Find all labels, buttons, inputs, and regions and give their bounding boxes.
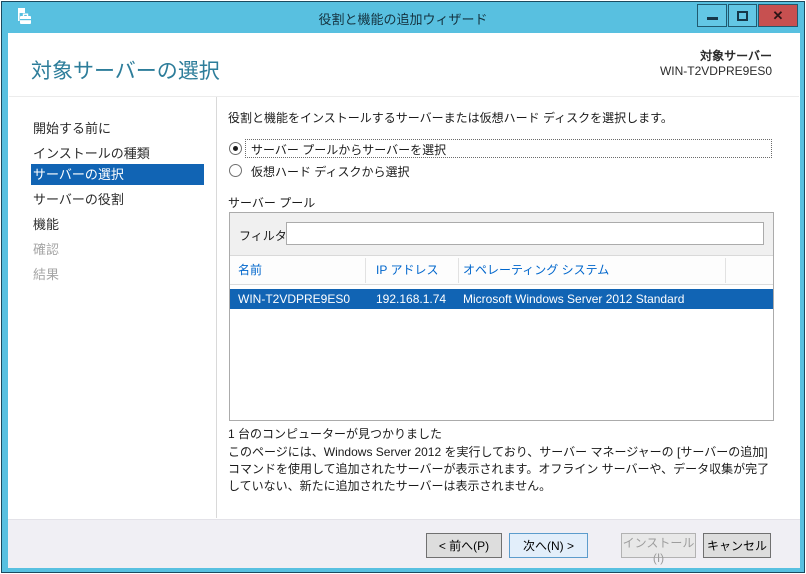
cell-server-os: Microsoft Windows Server 2012 Standard xyxy=(463,289,684,309)
cell-server-name: WIN-T2VDPRE9ES0 xyxy=(238,289,350,309)
titlebar[interactable]: 役割と機能の追加ウィザード ✕ xyxy=(2,2,804,32)
minimize-button[interactable] xyxy=(697,4,727,27)
page-title: 対象サーバーの選択 xyxy=(31,55,220,85)
sidebar-item-server-selection[interactable]: サーバーの選択 xyxy=(31,164,204,185)
column-separator xyxy=(725,258,726,283)
instruction-text: 役割と機能をインストールするサーバーまたは仮想ハード ディスクを選択します。 xyxy=(228,109,673,126)
radio-server-pool-label[interactable]: サーバー プールからサーバーを選択 xyxy=(251,141,446,158)
sidebar-item-features[interactable]: 機能 xyxy=(31,214,204,235)
cell-server-ip: 192.168.1.74 xyxy=(376,289,446,309)
maximize-icon xyxy=(737,11,748,21)
maximize-button[interactable] xyxy=(728,4,757,27)
column-header-name[interactable]: 名前 xyxy=(238,256,262,285)
previous-button[interactable]: < 前へ(P) xyxy=(426,533,502,558)
server-pool-title: サーバー プール xyxy=(228,194,315,211)
column-header-os[interactable]: オペレーティング システム xyxy=(463,256,609,285)
radio-virtual-hard-disk-label[interactable]: 仮想ハード ディスクから選択 xyxy=(251,163,410,180)
target-server-label: 対象サーバー xyxy=(660,49,772,64)
radio-virtual-hard-disk[interactable] xyxy=(229,164,242,177)
cancel-button[interactable]: キャンセル xyxy=(703,533,771,558)
target-server-value: WIN-T2VDPRE9ES0 xyxy=(660,64,772,79)
minimize-icon xyxy=(707,17,718,20)
sidebar-item-results: 結果 xyxy=(31,264,204,285)
page-description: このページには、Windows Server 2012 を実行しており、サーバー… xyxy=(228,444,776,495)
close-button[interactable]: ✕ xyxy=(758,4,798,27)
table-row-server[interactable]: WIN-T2VDPRE9ES0 192.168.1.74 Microsoft W… xyxy=(230,289,773,309)
sidebar-divider xyxy=(216,97,217,518)
result-count: 1 台のコンピューターが見つかりました xyxy=(228,425,442,442)
radio-server-pool[interactable] xyxy=(229,142,242,155)
sidebar-item-server-roles[interactable]: サーバーの役割 xyxy=(31,189,204,210)
server-pool-panel: フィルター: 名前 IP アドレス オペレーティング システム WIN-T2VD… xyxy=(229,212,774,421)
window-title: 役割と機能の追加ウィザード xyxy=(2,9,804,28)
server-table-header: 名前 IP アドレス オペレーティング システム xyxy=(230,256,773,285)
filter-input[interactable] xyxy=(286,222,764,245)
client-area: 対象サーバーの選択 対象サーバー WIN-T2VDPRE9ES0 開始する前に … xyxy=(8,33,800,568)
filter-bar: フィルター: xyxy=(230,213,773,256)
footer-bar: < 前へ(P) 次へ(N) > インストール(I) キャンセル xyxy=(8,519,800,568)
wizard-window: 役割と機能の追加ウィザード ✕ 対象サーバーの選択 対象サーバー WIN-T2V… xyxy=(1,1,805,573)
column-header-ip[interactable]: IP アドレス xyxy=(376,256,438,285)
install-button: インストール(I) xyxy=(621,533,696,558)
next-button[interactable]: 次へ(N) > xyxy=(509,533,588,558)
header-divider xyxy=(9,96,799,97)
close-icon: ✕ xyxy=(773,8,784,24)
sidebar-item-confirmation: 確認 xyxy=(31,239,204,260)
sidebar-item-before-you-begin[interactable]: 開始する前に xyxy=(31,118,204,139)
column-separator xyxy=(458,258,459,283)
target-server-info: 対象サーバー WIN-T2VDPRE9ES0 xyxy=(660,49,772,79)
column-separator xyxy=(365,258,366,283)
sidebar-item-installation-type[interactable]: インストールの種類 xyxy=(31,143,204,164)
